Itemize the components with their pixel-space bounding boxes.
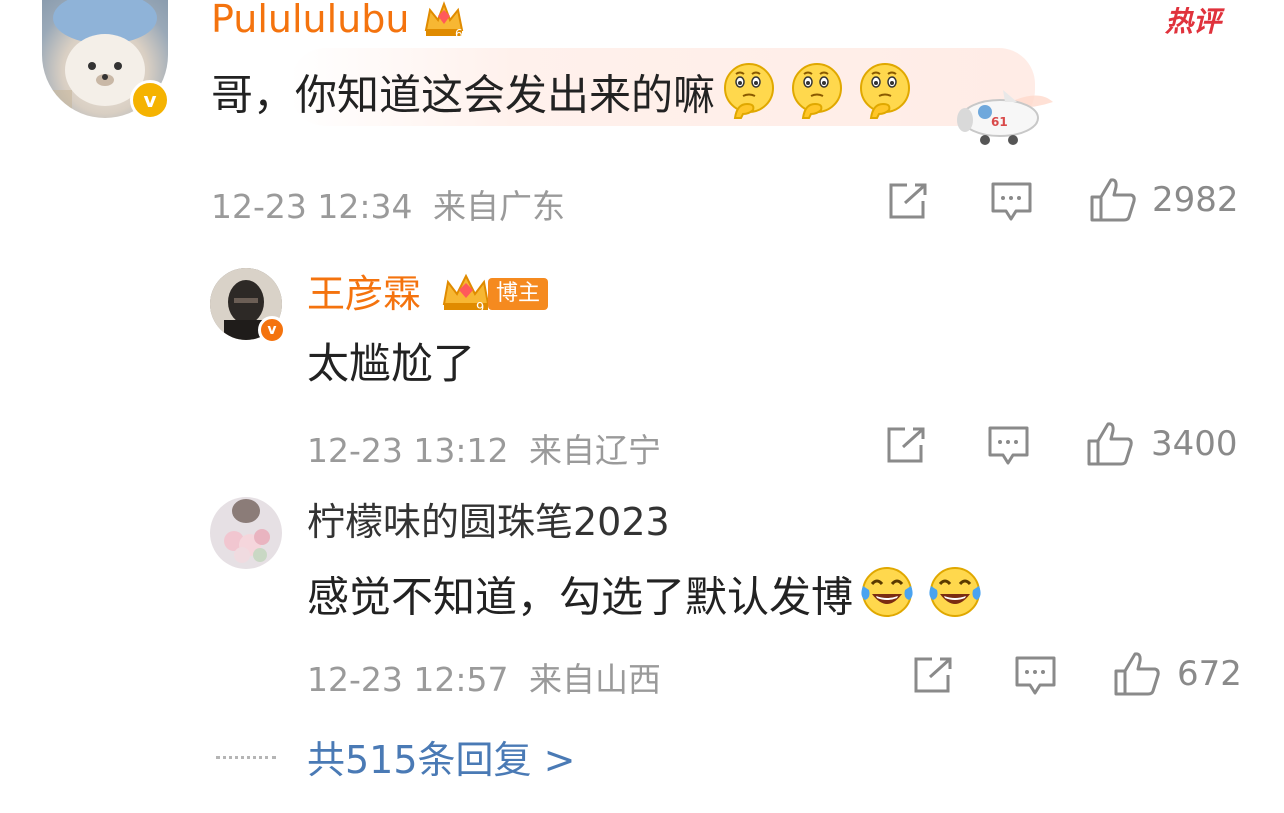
like-icon[interactable] <box>1113 651 1161 701</box>
comment-text: 太尴尬了 <box>307 339 476 388</box>
tears-of-joy-icon <box>857 562 917 638</box>
like-icon[interactable] <box>1086 421 1134 471</box>
svg-text:9: 9 <box>476 301 484 314</box>
svg-text:61: 61 <box>991 115 1008 129</box>
hot-comment-badge: 热评 <box>1165 5 1222 38</box>
comment-text: 感觉不知道，勾选了默认发博 <box>307 562 985 638</box>
thinking-face-icon <box>787 60 847 136</box>
comment-body: 感觉不知道，勾选了默认发博 <box>307 572 854 622</box>
comment-text: 哥，你知道这会发出来的嘛 <box>211 60 915 136</box>
svg-text:6: 6 <box>455 27 463 40</box>
username[interactable]: 王彦霖 <box>307 270 421 318</box>
flower-bouquet-avatar-icon <box>210 497 282 569</box>
username[interactable]: 柠檬味的圆珠笔2023 <box>307 498 670 546</box>
share-icon[interactable] <box>887 181 931 225</box>
like-count: 672 <box>1177 654 1242 694</box>
crown-level-icon: 6 <box>422 0 466 44</box>
share-icon[interactable] <box>912 655 956 699</box>
comment-time: 12-23 13:12 <box>307 431 509 470</box>
share-icon[interactable] <box>885 425 929 469</box>
verified-badge-icon: v <box>258 316 286 344</box>
author-badge: 博主 <box>488 278 549 310</box>
comment-location: 来自辽宁 <box>528 431 661 470</box>
plane-sticker-icon: 61 <box>955 80 1055 154</box>
verified-badge-icon: v <box>130 80 170 120</box>
thinking-face-icon <box>855 60 915 136</box>
reply-icon[interactable] <box>990 181 1034 227</box>
comment-meta: 12-23 12:34 来自广东 <box>211 180 565 228</box>
comment-time: 12-23 12:57 <box>307 660 509 699</box>
comment-location: 来自广东 <box>432 187 565 226</box>
like-count: 3400 <box>1151 424 1238 464</box>
reply-divider-dots <box>216 756 276 759</box>
crown-level-icon: 9 <box>440 272 492 318</box>
avatar[interactable] <box>210 497 282 569</box>
comment-time: 12-23 12:34 <box>211 187 413 226</box>
like-count: 2982 <box>1152 180 1239 220</box>
comment-location: 来自山西 <box>528 660 661 699</box>
comment-meta: 12-23 13:12 来自辽宁 <box>307 424 661 472</box>
tears-of-joy-icon <box>925 562 985 638</box>
view-all-replies-link[interactable]: 共515条回复 > <box>307 735 575 785</box>
comment-thread: v Pulululubu 6 热评 哥，你知道这会发出来的嘛 61 12-23 … <box>0 0 1284 813</box>
like-icon[interactable] <box>1089 177 1137 227</box>
comment-meta: 12-23 12:57 来自山西 <box>307 653 661 701</box>
comment-body: 哥，你知道这会发出来的嘛 <box>211 70 716 120</box>
reply-icon[interactable] <box>1014 655 1058 701</box>
thinking-face-icon <box>719 60 779 136</box>
reply-icon[interactable] <box>987 425 1031 471</box>
username[interactable]: Pulululubu <box>211 0 409 42</box>
